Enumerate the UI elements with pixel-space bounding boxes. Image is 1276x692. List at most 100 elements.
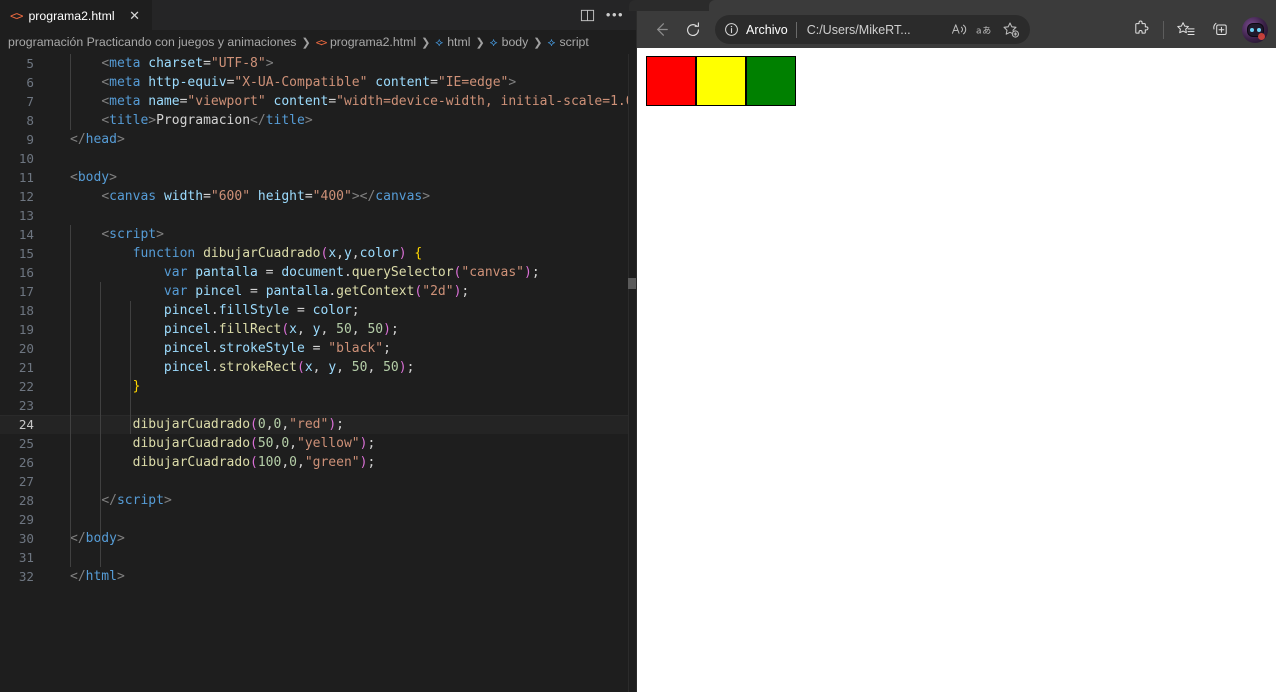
code-line[interactable]: 9 </head> [0,130,637,149]
line-number: 29 [18,512,34,527]
back-arrow-icon[interactable] [645,15,677,45]
svg-text:あ: あ [982,25,991,36]
close-icon[interactable]: ✕ [127,8,143,24]
code-line[interactable]: 11 <body> [0,168,637,187]
breadcrumb-script-label: script [559,35,589,49]
html-file-icon: <> [10,8,23,23]
rendered-page-content [637,48,1276,692]
indent-guide [130,301,131,434]
browser-tab-2[interactable] [709,0,1276,11]
green-square [746,56,796,106]
code-line[interactable]: 13 [0,206,637,225]
editor-tab-programa2-html[interactable]: <> programa2.html ✕ [0,0,152,30]
code-line[interactable]: 8 <title>Programacion</title> [0,111,637,130]
code-line[interactable]: 28 </script> [0,491,637,510]
more-actions-label: ••• [605,7,625,22]
breadcrumb-item-file[interactable]: <> programa2.html [316,35,416,49]
code-line-text: dibujarCuadrado(50,0,"yellow"); [132,436,376,451]
favorites-icon[interactable] [1170,15,1202,45]
avatar-accent [1258,32,1265,40]
code-line[interactable]: 22 } [0,377,637,396]
code-line[interactable]: 14 <script> [0,225,637,244]
code-line[interactable]: 19 pincel.fillRect(x, y, 50, 50); [0,320,637,339]
code-line[interactable]: 30 </body> [0,529,637,548]
read-aloud-icon[interactable] [946,18,972,42]
add-favorite-icon[interactable] [998,18,1024,42]
code-line[interactable]: 17 var pincel = pantalla.getContext("2d"… [0,282,637,301]
breadcrumb-item-folder[interactable]: programación Practicando con juegos y an… [8,35,296,49]
code-line-text: <meta http-equiv="X-UA-Compatible" conte… [101,75,517,90]
code-line[interactable]: 31 [0,548,637,567]
info-icon[interactable] [724,22,739,37]
breadcrumb-separator: ❯ [301,36,311,49]
line-number: 12 [18,189,34,204]
address-bar[interactable]: Archivo C:/Users/MikeRT... a あ [715,15,1030,44]
code-line-text: </script> [101,493,172,508]
editor-tab-label: programa2.html [28,8,115,23]
code-line[interactable]: 27 [0,472,637,491]
code-line[interactable]: 16 var pantalla = document.querySelector… [0,263,637,282]
line-number: 25 [18,436,34,451]
breadcrumb-separator: ❯ [421,36,431,49]
code-line[interactable]: 24 dibujarCuadrado(0,0,"red"); [0,415,637,434]
line-number: 14 [18,227,34,242]
code-line-text: var pincel = pantalla.getContext("2d"); [163,284,470,299]
code-line[interactable]: 5 <meta charset="UTF-8"> [0,54,637,73]
code-editor-surface[interactable]: 5 <meta charset="UTF-8"> 6 <meta http-equ… [0,54,637,692]
profile-avatar[interactable] [1242,16,1268,43]
code-line[interactable]: 29 [0,510,637,529]
code-line-text: } [132,379,141,394]
breadcrumb: programación Practicando con juegos y an… [0,30,637,54]
code-line-text: dibujarCuadrado(0,0,"red"); [132,417,344,432]
line-number: 16 [18,265,34,280]
address-url-text[interactable]: C:/Users/MikeRT... [797,23,946,37]
code-line[interactable]: 12 <canvas width="600" height="400"></ca… [0,187,637,206]
code-line-text: function dibujarCuadrado(x,y,color) { [132,246,423,261]
split-editor-icon[interactable] [574,2,600,28]
browser-toolbar: Archivo C:/Users/MikeRT... a あ [637,11,1276,48]
more-actions-icon[interactable]: ••• [602,2,628,28]
code-line[interactable]: 10 [0,149,637,168]
code-line-text: <body> [70,170,117,185]
translate-icon[interactable]: a あ [972,18,998,42]
address-scheme-label: Archivo [746,22,788,37]
line-number: 27 [18,474,34,489]
code-line-text: <meta charset="UTF-8"> [101,56,274,71]
code-line[interactable]: 21 pincel.strokeRect(x, y, 50, 50); [0,358,637,377]
line-number: 17 [18,284,34,299]
code-line[interactable]: 7 <meta name="viewport" content="width=d… [0,92,637,111]
breadcrumb-separator: ❯ [475,36,485,49]
breadcrumb-item-script[interactable]: ⟡ script [548,35,589,50]
line-number: 18 [18,303,34,318]
extensions-puzzle-icon[interactable] [1125,15,1157,45]
breadcrumb-folder-label: programación Practicando con juegos y an… [8,35,297,49]
refresh-icon[interactable] [677,15,709,45]
line-number: 5 [26,56,34,71]
line-number: 11 [18,170,34,185]
code-line[interactable]: 26 dibujarCuadrado(100,0,"green"); [0,453,637,472]
code-line[interactable]: 15 function dibujarCuadrado(x,y,color) { [0,244,637,263]
code-line[interactable]: 6 <meta http-equiv="X-UA-Compatible" con… [0,73,637,92]
code-line-text: </body> [70,531,125,546]
breadcrumb-item-body[interactable]: ⟡ body [490,35,529,50]
line-number: 26 [18,455,34,470]
code-line[interactable]: 23 [0,396,637,415]
red-square [646,56,696,106]
html-canvas-element [646,56,1246,456]
editor-tab-bar: <> programa2.html ✕ ••• [0,0,637,30]
code-line[interactable]: 25 dibujarCuadrado(50,0,"yellow"); [0,434,637,453]
collections-icon[interactable] [1204,15,1236,45]
toolbar-separator [1163,20,1164,39]
line-number: 8 [26,113,34,128]
line-number: 7 [26,94,34,109]
code-line[interactable]: 32 </html> [0,567,637,586]
code-line[interactable]: 20 pincel.strokeStyle = "black"; [0,339,637,358]
indent-guide [70,54,71,130]
indent-guide [70,225,71,567]
breadcrumb-html-label: html [447,35,471,49]
breadcrumb-item-html[interactable]: ⟡ html [435,35,470,50]
yellow-square [696,56,746,106]
symbol-cube-icon: ⟡ [435,34,444,49]
code-line[interactable]: 18 pincel.fillStyle = color; [0,301,637,320]
code-line-text: <canvas width="600" height="400"></canva… [101,189,431,204]
